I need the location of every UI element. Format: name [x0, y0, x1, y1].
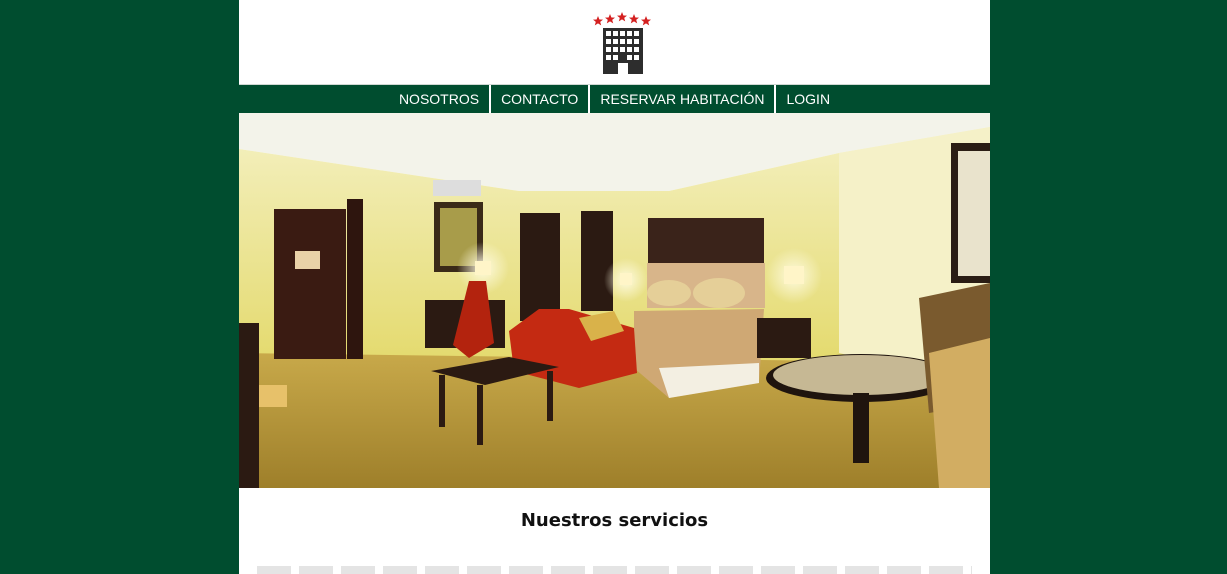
nav-link-reservar-habitacion[interactable]: RESERVAR HABITACIÓN [588, 85, 774, 113]
nav-link-login[interactable]: LOGIN [774, 85, 840, 113]
building-icon [603, 28, 643, 74]
stars-icon [593, 12, 651, 26]
page-container: NOSOTROS CONTACTO RESERVAR HABITACIÓN LO… [239, 0, 990, 574]
hero-image [239, 113, 990, 488]
main-nav: NOSOTROS CONTACTO RESERVAR HABITACIÓN LO… [239, 84, 990, 113]
nav-link-nosotros[interactable]: NOSOTROS [389, 85, 489, 113]
header [239, 0, 990, 84]
section-title: Nuestros servicios [520, 510, 709, 531]
section-text-placeholder [257, 566, 972, 574]
nav-link-contacto[interactable]: CONTACTO [489, 85, 588, 113]
hotel-logo-icon[interactable] [589, 10, 659, 76]
